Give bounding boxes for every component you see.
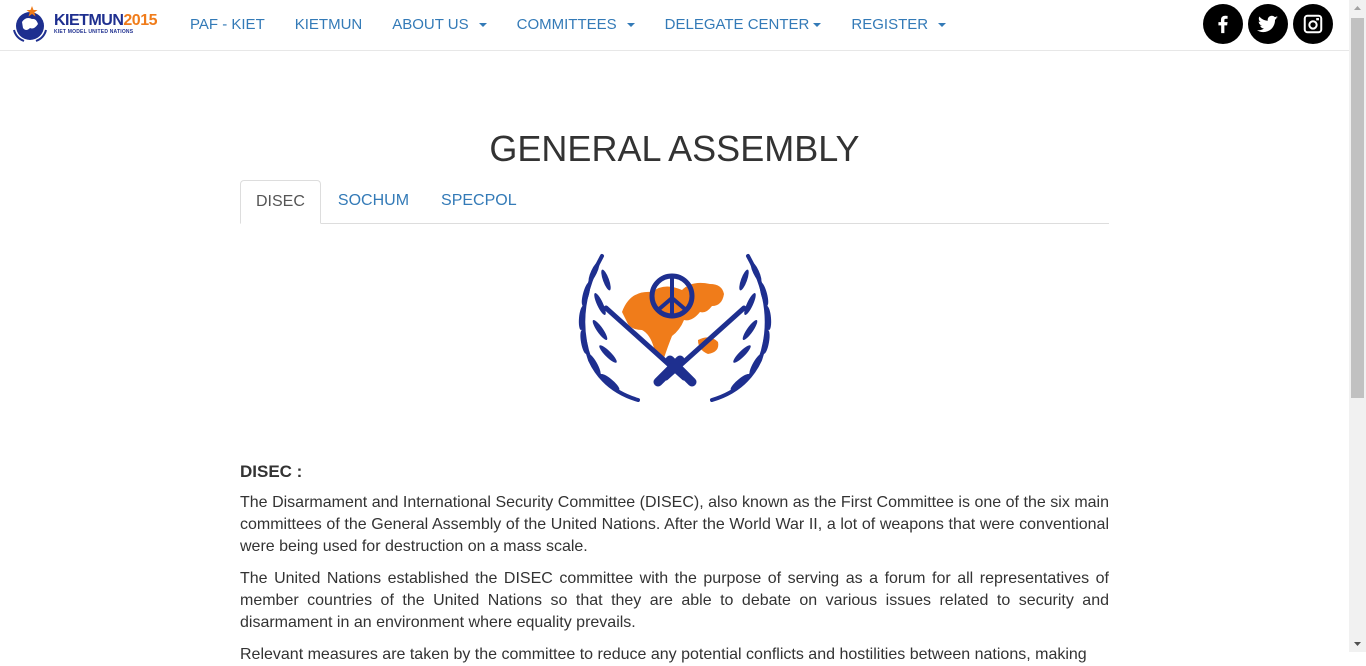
brand-text: KIETMUN2015 KIET MODEL UNITED NATIONS [54, 13, 157, 35]
globe-logo-icon [13, 6, 47, 42]
nav-item-committees[interactable]: COMMITTEES [502, 0, 650, 50]
nav-item-delegate-center[interactable]: DELEGATE CENTER [650, 0, 837, 50]
nav-item-label: DELEGATE CENTER [664, 16, 810, 33]
twitter-link[interactable] [1248, 4, 1288, 44]
instagram-icon [1303, 14, 1323, 34]
facebook-icon [1218, 15, 1228, 34]
committee-tabs: DISEC SOCHUM SPECPOL [240, 180, 1109, 224]
nav-item-label: ABOUT US [392, 16, 469, 33]
scroll-thumb[interactable] [1351, 18, 1364, 398]
nav-item-label: PAF - KIET [190, 16, 265, 33]
section-heading: DISEC : [240, 462, 303, 481]
nav-item-about-us[interactable]: ABOUT US [377, 0, 501, 50]
main-nav: PAF - KIET KIETMUN ABOUT US COMMITTEES D… [175, 0, 961, 50]
tab-disec[interactable]: DISEC [240, 180, 321, 224]
description-paragraph: The United Nations established the DISEC… [240, 570, 1109, 631]
top-navbar: KIETMUN2015 KIET MODEL UNITED NATIONS PA… [0, 0, 1349, 51]
twitter-icon [1257, 15, 1278, 33]
nav-item-label: REGISTER [851, 16, 929, 33]
description-paragraph: The Disarmament and International Securi… [240, 494, 1109, 555]
disec-emblem-icon [578, 254, 772, 402]
caret-down-icon [938, 23, 947, 28]
tab-sochum[interactable]: SOCHUM [323, 180, 424, 223]
brand-year: 2015 [123, 12, 157, 29]
page-scrollbar[interactable] [1349, 0, 1366, 652]
scroll-down-arrow-icon[interactable] [1349, 635, 1366, 652]
site-logo[interactable]: KIETMUN2015 KIET MODEL UNITED NATIONS [10, 4, 162, 44]
nav-item-paf-kiet[interactable]: PAF - KIET [175, 0, 280, 50]
brand-name: KIETMUN2015 [54, 12, 157, 29]
facebook-link[interactable] [1203, 4, 1243, 44]
social-links [1203, 4, 1333, 44]
instagram-link[interactable] [1293, 4, 1333, 44]
caret-down-icon [626, 23, 635, 28]
brand-subtitle: KIET MODEL UNITED NATIONS [54, 29, 134, 35]
description-paragraph: Relevant measures are taken by the commi… [240, 646, 1087, 663]
caret-down-icon [478, 23, 487, 28]
page-title: GENERAL ASSEMBLY [489, 128, 860, 169]
nav-item-register[interactable]: REGISTER [836, 0, 961, 50]
disec-logo [572, 250, 778, 408]
caret-down-icon [813, 23, 822, 28]
nav-item-label: COMMITTEES [516, 16, 617, 33]
nav-item-label: KIETMUN [294, 16, 363, 33]
tab-specpol[interactable]: SPECPOL [426, 180, 532, 223]
nav-item-kietmun[interactable]: KIETMUN [280, 0, 378, 50]
scroll-up-arrow-icon[interactable] [1349, 0, 1366, 17]
